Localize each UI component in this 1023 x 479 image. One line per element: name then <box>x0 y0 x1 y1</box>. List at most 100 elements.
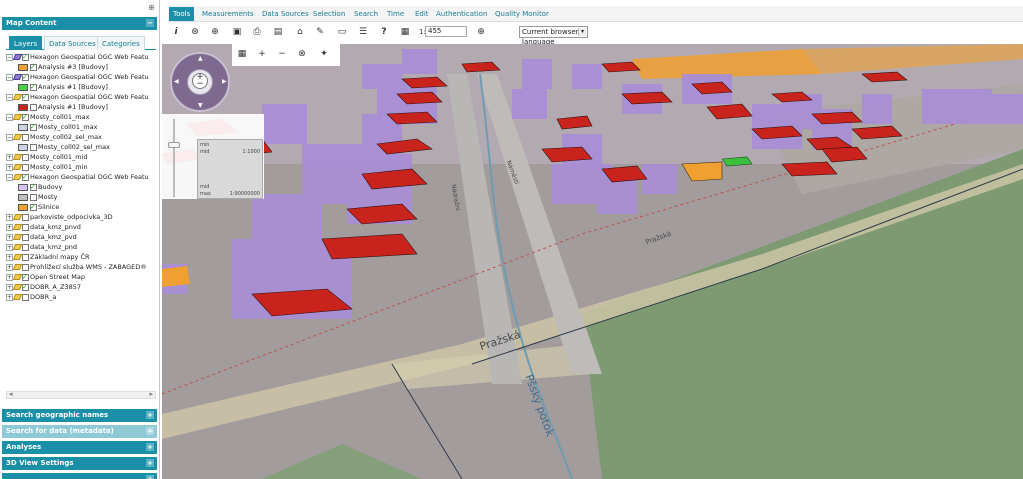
arrow-left-icon[interactable]: ◀ <box>174 78 179 85</box>
slider-handle[interactable] <box>168 142 180 148</box>
3d-map-view[interactable]: Pražská Pražská Pšský potok Nádražní Nám… <box>162 44 1023 479</box>
layer-checkbox[interactable] <box>22 92 29 102</box>
layer-row[interactable]: Analysis #3 [Budovy] <box>18 62 108 72</box>
3d-view-settings-panel[interactable]: 3D View Settings + <box>2 457 157 470</box>
layer-row[interactable]: + Mosty_coll01_min <box>6 162 88 172</box>
list-icon[interactable]: ☰ <box>357 26 369 38</box>
layer-row[interactable]: + Mosty_coll01_mid <box>6 152 88 162</box>
layer-row[interactable]: Analysis #1 [Budovy] <box>18 102 108 112</box>
layer-row[interactable]: −Hexagon Geospatial OGC Web Featu <box>6 52 149 62</box>
scroll-left-icon[interactable]: ◂ <box>9 390 13 398</box>
expand-icon[interactable]: + <box>146 411 154 419</box>
map-content-header[interactable]: Map Content − <box>2 17 157 30</box>
info-icon[interactable]: i <box>170 26 182 38</box>
print-icon[interactable]: ⎙ <box>251 26 263 38</box>
pin-icon[interactable]: ✦ <box>318 48 330 60</box>
layer-checkbox[interactable] <box>22 293 29 301</box>
menu-tab-authentication[interactable]: Authentication <box>432 7 491 21</box>
collapse-panel-icon[interactable]: ⊕ <box>147 3 156 12</box>
menu-tab-tools[interactable]: Tools <box>169 7 195 21</box>
language-select[interactable]: Current browser language ▾ <box>519 26 588 46</box>
layer-row[interactable]: −Hexagon Geospatial OGC Web Featu <box>6 72 149 82</box>
layer-checkbox[interactable] <box>30 202 37 212</box>
draw-icon[interactable]: ✎ <box>314 26 326 38</box>
slider-track[interactable] <box>173 119 175 197</box>
expand-icon[interactable]: + <box>146 475 154 479</box>
extra-panel[interactable]: + <box>2 473 157 479</box>
layer-checkbox[interactable] <box>22 233 29 241</box>
layer-checkbox[interactable] <box>22 263 29 271</box>
scale-input[interactable]: 455 <box>425 26 467 37</box>
layer-row[interactable]: Mosty_coll01_max <box>18 122 97 132</box>
menu-tab-selection[interactable]: Selection <box>309 7 349 21</box>
home-icon[interactable]: ⌂ <box>294 26 306 38</box>
layer-checkbox[interactable] <box>30 182 37 192</box>
measure-icon[interactable]: ⊗ <box>296 48 308 60</box>
menu-tab-time[interactable]: Time <box>383 7 408 21</box>
expand-icon[interactable]: + <box>146 459 154 467</box>
horizontal-scrollbar[interactable]: ◂ ▸ <box>6 390 156 399</box>
scroll-right-icon[interactable]: ▸ <box>149 390 153 398</box>
layer-checkbox[interactable] <box>22 153 29 161</box>
layer-row[interactable]: Mosty <box>18 192 57 202</box>
minimize-icon[interactable]: − <box>146 19 154 27</box>
arrow-down-icon[interactable]: ▼ <box>198 102 203 109</box>
layer-row[interactable]: + data_kmz_pvd <box>6 232 77 242</box>
grid-icon[interactable]: ▦ <box>236 48 248 60</box>
layer-row[interactable]: −Hexagon Geospatial OGC Web Featu <box>6 172 149 182</box>
layer-row[interactable]: + parkoviste_odpocivka_3D <box>6 212 113 222</box>
layer-checkbox[interactable] <box>22 72 29 82</box>
layer-row[interactable]: −Hexagon Geospatial OGC Web Featu <box>6 92 149 102</box>
navigation-compass[interactable]: ▲ ▼ ◀ ▶ + − <box>170 52 230 112</box>
analyses-panel[interactable]: Analyses + <box>2 441 157 454</box>
arrow-up-icon[interactable]: ▲ <box>198 55 203 62</box>
layer-checkbox[interactable] <box>30 62 37 72</box>
layer-checkbox[interactable] <box>30 122 37 132</box>
scale-slider[interactable]: min mid 1:1000 mid max 1:90000000 <box>162 114 264 199</box>
layer-row[interactable]: + data_kmz_pnvd <box>6 222 81 232</box>
arrow-right-icon[interactable]: ▶ <box>222 78 227 85</box>
layer-checkbox[interactable] <box>22 133 29 141</box>
expand-icon[interactable]: + <box>146 443 154 451</box>
expand-icon[interactable]: + <box>146 427 154 435</box>
layer-row[interactable]: Mosty_coll02_sel_max <box>18 142 110 152</box>
layer-checkbox[interactable] <box>30 82 37 92</box>
layer-checkbox[interactable] <box>30 193 37 201</box>
layer-row[interactable]: − Mosty_coll02_sel_max <box>6 132 102 142</box>
layer-row[interactable]: Budovy <box>18 182 62 192</box>
layer-checkbox[interactable] <box>22 282 29 292</box>
layer-checkbox[interactable] <box>22 112 29 122</box>
layer-checkbox[interactable] <box>22 172 29 182</box>
menu-tab-data-sources[interactable]: Data Sources <box>258 7 313 21</box>
layer-checkbox[interactable] <box>30 143 37 151</box>
tab-layers[interactable]: Layers <box>9 36 43 50</box>
layer-row[interactable]: + Základní mapy ČR <box>6 252 90 262</box>
help-icon[interactable]: ? <box>378 26 390 38</box>
menu-tab-quality-monitor[interactable]: Quality Monitor <box>491 7 553 21</box>
layer-row[interactable]: + DOBR_a <box>6 292 56 302</box>
save-icon[interactable]: ▣ <box>231 26 243 38</box>
menu-tab-edit[interactable]: Edit <box>411 7 433 21</box>
folder-icon[interactable]: ▭ <box>336 26 348 38</box>
pan-icon[interactable]: ⊛ <box>189 26 201 38</box>
layer-row[interactable]: Silnice <box>18 202 59 212</box>
layer-row[interactable]: + data_kmz_pnd <box>6 242 77 252</box>
tab-categories[interactable]: Categories <box>97 36 145 50</box>
layer-row[interactable]: +Open Street Map <box>6 272 85 282</box>
remove-point-icon[interactable]: − <box>276 48 288 60</box>
search-geographic-names-panel[interactable]: Search geographic names + <box>2 409 157 422</box>
layer-row[interactable]: + Prohlížecí služba WMS - ZABAGED® <box>6 262 147 272</box>
scale-icon[interactable]: ▦ <box>399 26 411 38</box>
search-metadata-panel[interactable]: Search for data (metadata) + <box>2 425 157 438</box>
zoom-icon[interactable]: ⊕ <box>475 26 487 38</box>
layer-row[interactable]: +DOBR_A_Z3857 <box>6 282 81 292</box>
layer-checkbox[interactable] <box>22 223 29 231</box>
add-point-icon[interactable]: + <box>256 48 268 60</box>
zoom-control-icon[interactable]: + − <box>192 73 208 89</box>
menu-tab-measurements[interactable]: Measurements <box>198 7 258 21</box>
layer-checkbox[interactable] <box>22 213 29 221</box>
layer-checkbox[interactable] <box>22 163 29 171</box>
layer-checkbox[interactable] <box>22 253 29 261</box>
chevron-down-icon[interactable]: ▾ <box>578 28 586 36</box>
layer-checkbox[interactable] <box>22 243 29 251</box>
